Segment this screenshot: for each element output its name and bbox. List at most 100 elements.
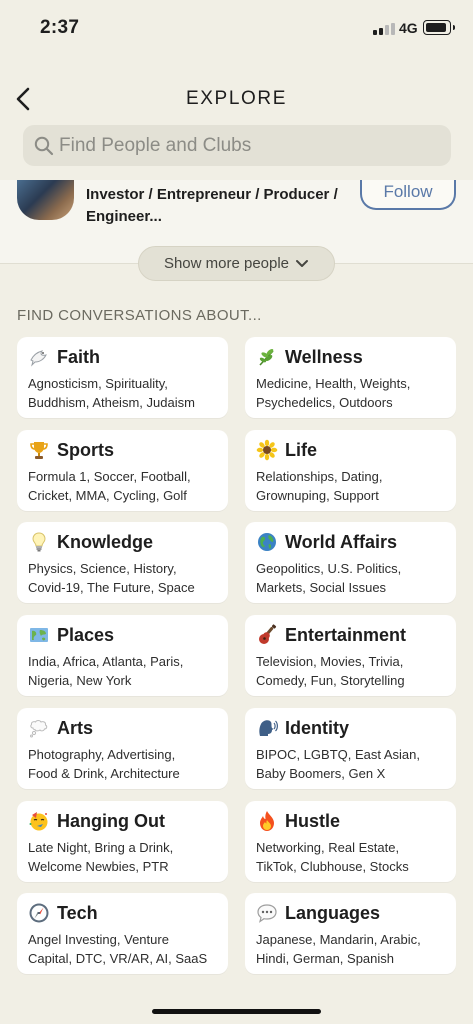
topic-header: Arts bbox=[28, 716, 217, 740]
topic-description-line: Relationships, Dating, bbox=[256, 469, 383, 484]
topic-description: Late Night, Bring a Drink, Welcome Newbie… bbox=[28, 839, 217, 876]
battery-icon bbox=[423, 20, 455, 35]
topic-card-arts[interactable]: Arts Photography, Advertising, Food & Drin… bbox=[17, 708, 228, 789]
topic-card-hanging-out[interactable]: Hanging Out Late Night, Bring a Drink, Wel… bbox=[17, 801, 228, 882]
topic-description-line: BIPOC, LGBTQ, East Asian, bbox=[256, 747, 421, 762]
topic-description-line: Agnosticism, Spirituality, bbox=[28, 376, 168, 391]
topic-description: Japanese, Mandarin, Arabic, Hindi, German… bbox=[256, 931, 445, 968]
compass-icon bbox=[28, 902, 50, 924]
search-input[interactable] bbox=[59, 134, 439, 157]
topic-header: Faith bbox=[28, 345, 217, 369]
show-more-people-button[interactable]: Show more people bbox=[138, 246, 335, 281]
topic-header: Sports bbox=[28, 438, 217, 462]
topic-description: BIPOC, LGBTQ, East Asian, Baby Boomers, G… bbox=[256, 746, 445, 783]
topic-title: World Affairs bbox=[285, 531, 398, 552]
topic-card-places[interactable]: Places India, Africa, Atlanta, Paris, Nige… bbox=[17, 615, 228, 696]
topic-description-line: Formula 1, Soccer, Football, bbox=[28, 469, 191, 484]
topic-header: Identity bbox=[256, 716, 445, 740]
topic-card-faith[interactable]: Faith Agnosticism, Spirituality, Buddhism,… bbox=[17, 337, 228, 418]
search-icon bbox=[33, 135, 55, 157]
topic-header: Life bbox=[256, 438, 445, 462]
topic-header: Hanging Out bbox=[28, 809, 217, 833]
topic-card-sports[interactable]: Sports Formula 1, Soccer, Football, Cricke… bbox=[17, 430, 228, 511]
topic-description-line: Cricket, MMA, Cycling, Golf bbox=[28, 487, 187, 503]
globe-icon bbox=[256, 531, 278, 553]
topic-description: Agnosticism, Spirituality, Buddhism, Athe… bbox=[28, 375, 217, 412]
topic-description-line: Angel Investing, Venture bbox=[28, 932, 169, 947]
topic-description-line: Capital, DTC, VR/AR, AI, SaaS bbox=[28, 950, 208, 966]
topic-header: World Affairs bbox=[256, 530, 445, 554]
person-bio-line: Engineer... bbox=[86, 208, 162, 225]
speech-bubble-icon bbox=[256, 902, 278, 924]
topic-description: Relationships, Dating, Grownuping, Suppor… bbox=[256, 468, 445, 505]
topic-card-languages[interactable]: Languages Japanese, Mandarin, Arabic, Hind… bbox=[245, 893, 456, 974]
topic-description-line: Covid-19, The Future, Space bbox=[28, 579, 195, 595]
topic-description: Angel Investing, Venture Capital, DTC, VR… bbox=[28, 931, 217, 968]
party-face-icon bbox=[28, 810, 50, 832]
topic-description-line: Buddhism, Atheism, Judaism bbox=[28, 394, 195, 410]
fire-icon bbox=[256, 810, 278, 832]
topic-title: Identity bbox=[285, 717, 350, 738]
topic-description-line: Food & Drink, Architecture bbox=[28, 765, 180, 781]
topic-card-identity[interactable]: Identity BIPOC, LGBTQ, East Asian, Baby Bo… bbox=[245, 708, 456, 789]
topic-header: Tech bbox=[28, 901, 217, 925]
topic-title: Languages bbox=[285, 902, 381, 923]
sunflower-icon bbox=[256, 439, 278, 461]
trophy-icon bbox=[28, 439, 50, 461]
topic-card-world-affairs[interactable]: World Affairs Geopolitics, U.S. Politics,… bbox=[245, 522, 456, 603]
topic-title: Faith bbox=[57, 346, 100, 367]
topic-description: Formula 1, Soccer, Football, Cricket, MMA… bbox=[28, 468, 217, 505]
topic-description-line: Comedy, Fun, Storytelling bbox=[256, 672, 405, 688]
topic-description: Geopolitics, U.S. Politics, Markets, Soci… bbox=[256, 560, 445, 597]
topic-title: Life bbox=[285, 439, 318, 460]
topic-description: Networking, Real Estate, TikTok, Clubhous… bbox=[256, 839, 445, 876]
topic-card-life[interactable]: Life Relationships, Dating, Grownuping, Su… bbox=[245, 430, 456, 511]
topic-description-line: TikTok, Clubhouse, Stocks bbox=[256, 858, 409, 874]
topic-description-line: Physics, Science, History, bbox=[28, 561, 177, 576]
topic-title: Entertainment bbox=[285, 624, 407, 645]
speaking-head-icon bbox=[256, 717, 278, 739]
topic-description-line: Geopolitics, U.S. Politics, bbox=[256, 561, 402, 576]
topic-description: Television, Movies, Trivia, Comedy, Fun, … bbox=[256, 653, 445, 690]
topic-card-entertainment[interactable]: Entertainment Television, Movies, Trivia,… bbox=[245, 615, 456, 696]
topic-description-line: Psychedelics, Outdoors bbox=[256, 394, 393, 410]
topic-title: Places bbox=[57, 624, 115, 645]
dove-icon bbox=[28, 346, 50, 368]
search-bar[interactable] bbox=[23, 125, 451, 166]
topic-title: Tech bbox=[57, 902, 98, 923]
follow-button[interactable]: Follow bbox=[360, 180, 456, 210]
show-more-label: Show more people bbox=[163, 255, 290, 272]
topic-title: Arts bbox=[57, 717, 94, 738]
topic-card-tech[interactable]: Tech Angel Investing, Venture Capital, DTC… bbox=[17, 893, 228, 974]
topic-header: Entertainment bbox=[256, 623, 445, 647]
thought-bubble-icon bbox=[28, 717, 50, 739]
topic-description-line: Markets, Social Issues bbox=[256, 579, 387, 595]
topic-description: Photography, Advertising, Food & Drink, A… bbox=[28, 746, 217, 783]
topic-description: Physics, Science, History, Covid-19, The … bbox=[28, 560, 217, 597]
topic-card-hustle[interactable]: Hustle Networking, Real Estate, TikTok, Cl… bbox=[245, 801, 456, 882]
topic-description-line: Networking, Real Estate, bbox=[256, 840, 400, 855]
lightbulb-icon bbox=[28, 531, 50, 553]
person-bio-line: Investor / Entrepreneur / Producer / bbox=[86, 186, 338, 203]
topic-title: Hanging Out bbox=[57, 810, 165, 831]
topic-description-line: Late Night, Bring a Drink, bbox=[28, 840, 174, 855]
avatar[interactable] bbox=[17, 180, 74, 220]
topic-card-knowledge[interactable]: Knowledge Physics, Science, History, Covid… bbox=[17, 522, 228, 603]
page-title: EXPLORE bbox=[186, 88, 287, 109]
person-bio: Investor / Entrepreneur / Producer / Eng… bbox=[86, 184, 351, 228]
section-heading: FIND CONVERSATIONS ABOUT... bbox=[17, 307, 262, 324]
topic-description-line: Television, Movies, Trivia, bbox=[256, 654, 404, 669]
topic-header: Languages bbox=[256, 901, 445, 925]
status-bar: 2:37 4G bbox=[0, 0, 473, 56]
home-indicator bbox=[152, 1009, 321, 1014]
topic-header: Wellness bbox=[256, 345, 445, 369]
topic-description-line: Hindi, German, Spanish bbox=[256, 950, 395, 966]
topic-header: Hustle bbox=[256, 809, 445, 833]
topic-card-wellness[interactable]: Wellness Medicine, Health, Weights, Psyche… bbox=[245, 337, 456, 418]
topic-description-line: India, Africa, Atlanta, Paris, bbox=[28, 654, 184, 669]
topic-header: Places bbox=[28, 623, 217, 647]
network-label: 4G bbox=[399, 20, 418, 36]
topic-description-line: Grownuping, Support bbox=[256, 487, 379, 503]
map-icon bbox=[28, 624, 50, 646]
chevron-down-icon bbox=[296, 259, 309, 267]
